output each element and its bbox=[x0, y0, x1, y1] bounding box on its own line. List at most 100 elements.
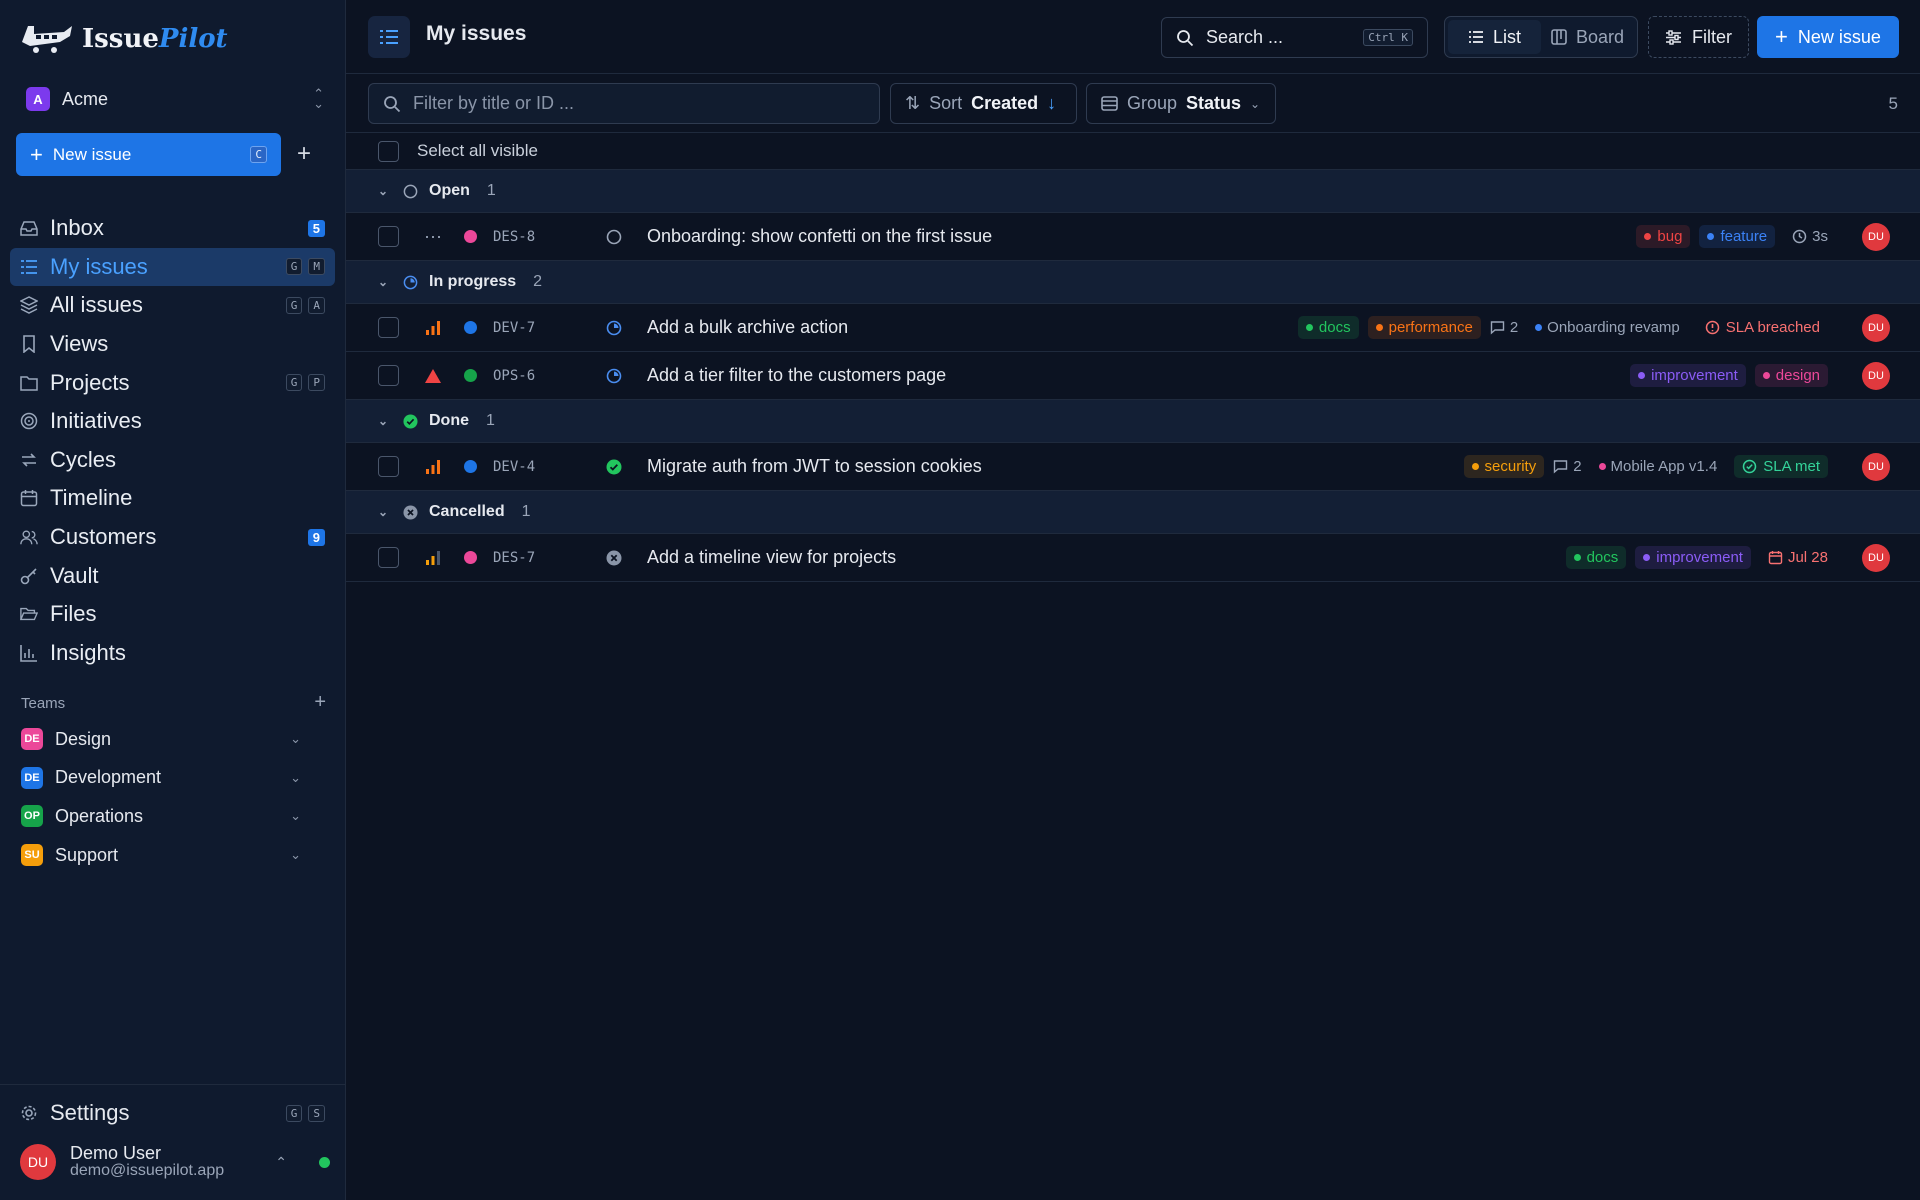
label-dot bbox=[1573, 554, 1581, 561]
filter-button[interactable]: Filter bbox=[1648, 16, 1749, 58]
assignee-avatar[interactable]: DU bbox=[1862, 452, 1890, 481]
priority-indicator[interactable] bbox=[424, 320, 442, 336]
calendar-icon bbox=[20, 489, 38, 507]
teams-list: DE Design ⌄ DE Development ⌄ OP Operations ⌄ SU Su… bbox=[21, 720, 301, 874]
priority-indicator[interactable] bbox=[424, 368, 442, 384]
status-done-icon[interactable] bbox=[606, 459, 622, 475]
filter-input[interactable]: Filter by title or ID ... bbox=[368, 83, 880, 124]
plus-icon[interactable]: + bbox=[297, 140, 311, 168]
issue-title[interactable]: Migrate auth from JWT to session cookies bbox=[647, 456, 982, 477]
label-badge[interactable]: design bbox=[1754, 364, 1828, 387]
row-checkbox[interactable] bbox=[378, 317, 399, 338]
label-badge[interactable]: bug bbox=[1636, 225, 1691, 248]
assignee-avatar[interactable]: DU bbox=[1862, 222, 1890, 251]
sidebar-item-initiatives[interactable]: Initiatives bbox=[10, 402, 335, 441]
table-row[interactable]: DEV-7 Add a bulk archive action docs perf… bbox=[346, 304, 1920, 352]
priority-indicator[interactable] bbox=[424, 229, 442, 245]
sidebar-item-timeline[interactable]: Timeline bbox=[10, 479, 335, 518]
search-button[interactable]: Search ... Ctrl K bbox=[1161, 17, 1428, 58]
select-all-checkbox[interactable] bbox=[378, 140, 399, 162]
calendar-icon bbox=[1768, 551, 1783, 565]
workspace-switcher[interactable]: A Acme ⌃ ⌄ bbox=[26, 85, 326, 113]
sort-dropdown[interactable]: ⇅ Sort Created ↓ bbox=[890, 83, 1077, 124]
board-icon bbox=[1551, 29, 1567, 45]
team-item-design[interactable]: DE Design ⌄ bbox=[21, 720, 301, 759]
my-issues-icon[interactable] bbox=[368, 16, 410, 58]
issue-title[interactable]: Add a tier filter to the customers page bbox=[647, 365, 946, 386]
sidebar: IssuePilot A Acme ⌃ ⌄ + New issue C + Inb… bbox=[0, 0, 346, 1200]
sidebar-item-views[interactable]: Views bbox=[10, 325, 335, 364]
group-header-open[interactable]: ⌄ Open 1 bbox=[346, 170, 1920, 213]
sidebar-item-customers[interactable]: Customers 9 bbox=[10, 518, 335, 557]
sidebar-item-inbox[interactable]: Inbox 5 bbox=[10, 209, 335, 248]
row-checkbox[interactable] bbox=[378, 456, 399, 477]
count-badge: 9 bbox=[307, 528, 325, 546]
table-row[interactable]: DES-7 Add a timeline view for projects d… bbox=[346, 534, 1920, 582]
board-view-button[interactable]: Board bbox=[1541, 20, 1634, 54]
status-cancelled-icon[interactable] bbox=[606, 550, 622, 566]
label-dot bbox=[1644, 233, 1652, 240]
add-team-icon[interactable]: + bbox=[314, 691, 326, 714]
group-dropdown[interactable]: Group Status ⌄ bbox=[1086, 83, 1276, 124]
user-menu[interactable]: DU Demo User demo@issuepilot.app ⌃ bbox=[20, 1144, 330, 1180]
sidebar-item-all-issues[interactable]: All issues G A bbox=[10, 286, 335, 325]
sidebar-item-my-issues[interactable]: My issues G M bbox=[10, 247, 335, 287]
user-name: Demo User bbox=[70, 1143, 162, 1163]
label-badge[interactable]: performance bbox=[1367, 316, 1481, 339]
team-item-operations[interactable]: OP Operations ⌄ bbox=[21, 797, 301, 836]
sidebar-item-vault[interactable]: Vault bbox=[10, 556, 335, 595]
assignee-avatar[interactable]: DU bbox=[1862, 543, 1890, 572]
status-progress-icon[interactable] bbox=[606, 320, 622, 336]
group-header-progress[interactable]: ⌄ In progress 2 bbox=[346, 261, 1920, 304]
assignee-avatar[interactable]: DU bbox=[1862, 361, 1890, 390]
label-badge[interactable]: docs bbox=[1565, 546, 1627, 569]
team-item-support[interactable]: SU Support ⌄ bbox=[21, 836, 301, 875]
group-header-done[interactable]: ⌄ Done 1 bbox=[346, 400, 1920, 443]
status-open-icon[interactable] bbox=[606, 229, 622, 245]
sidebar-item-settings[interactable]: Settings GS bbox=[20, 1100, 325, 1126]
shortcut-key: C bbox=[250, 146, 267, 163]
new-issue-button[interactable]: + New issue bbox=[1757, 16, 1899, 58]
folder-icon bbox=[20, 374, 38, 392]
project-tag[interactable]: Mobile App v1.4 bbox=[1598, 458, 1717, 475]
workspace-avatar: A bbox=[26, 87, 50, 111]
due-date: Jul 28 bbox=[1768, 549, 1828, 566]
app-logo[interactable]: IssuePilot bbox=[20, 22, 228, 56]
search-placeholder: Search ... bbox=[1206, 27, 1284, 47]
team-name: Support bbox=[55, 844, 119, 865]
label-badge[interactable]: improvement bbox=[1630, 364, 1746, 387]
label-badge[interactable]: docs bbox=[1297, 316, 1359, 339]
sidebar-new-issue-button[interactable]: + New issue C bbox=[16, 133, 281, 176]
row-checkbox[interactable] bbox=[378, 226, 399, 247]
label-text: bug bbox=[1657, 228, 1683, 245]
team-item-development[interactable]: DE Development ⌄ bbox=[21, 759, 301, 798]
label-badge[interactable]: improvement bbox=[1635, 546, 1751, 569]
issue-title[interactable]: Add a bulk archive action bbox=[647, 317, 848, 338]
sidebar-item-files[interactable]: Files bbox=[10, 595, 335, 634]
issue-title[interactable]: Add a timeline view for projects bbox=[647, 547, 896, 568]
row-checkbox[interactable] bbox=[378, 365, 399, 386]
target-icon bbox=[20, 412, 38, 430]
chevron-down-icon: ⌄ bbox=[290, 731, 301, 747]
sidebar-item-label: Customers bbox=[50, 524, 157, 550]
priority-indicator[interactable] bbox=[424, 550, 442, 566]
sidebar-item-cycles[interactable]: Cycles bbox=[10, 441, 335, 480]
table-row[interactable]: DES-8 Onboarding: show confetti on the f… bbox=[346, 213, 1920, 261]
list-view-button[interactable]: List bbox=[1448, 20, 1541, 54]
chevron-down-icon: ⌄ bbox=[290, 847, 301, 863]
table-row[interactable]: OPS-6 Add a tier filter to the customers… bbox=[346, 352, 1920, 400]
table-row[interactable]: DEV-4 Migrate auth from JWT to session c… bbox=[346, 443, 1920, 491]
priority-indicator[interactable] bbox=[424, 459, 442, 475]
project-tag[interactable]: Onboarding revamp bbox=[1535, 319, 1680, 336]
status-progress-icon[interactable] bbox=[606, 368, 622, 384]
row-checkbox[interactable] bbox=[378, 547, 399, 568]
group-header-cancelled[interactable]: ⌄ Cancelled 1 bbox=[346, 491, 1920, 534]
label-text: improvement bbox=[1651, 367, 1738, 384]
sidebar-item-projects[interactable]: Projects G P bbox=[10, 363, 335, 402]
issue-meta: improvement design DU bbox=[1630, 361, 1890, 390]
sidebar-item-insights[interactable]: Insights bbox=[10, 634, 335, 673]
issue-title[interactable]: Onboarding: show confetti on the first i… bbox=[647, 226, 992, 247]
label-badge[interactable]: security bbox=[1463, 455, 1545, 478]
label-badge[interactable]: feature bbox=[1699, 225, 1776, 248]
assignee-avatar[interactable]: DU bbox=[1862, 313, 1890, 342]
